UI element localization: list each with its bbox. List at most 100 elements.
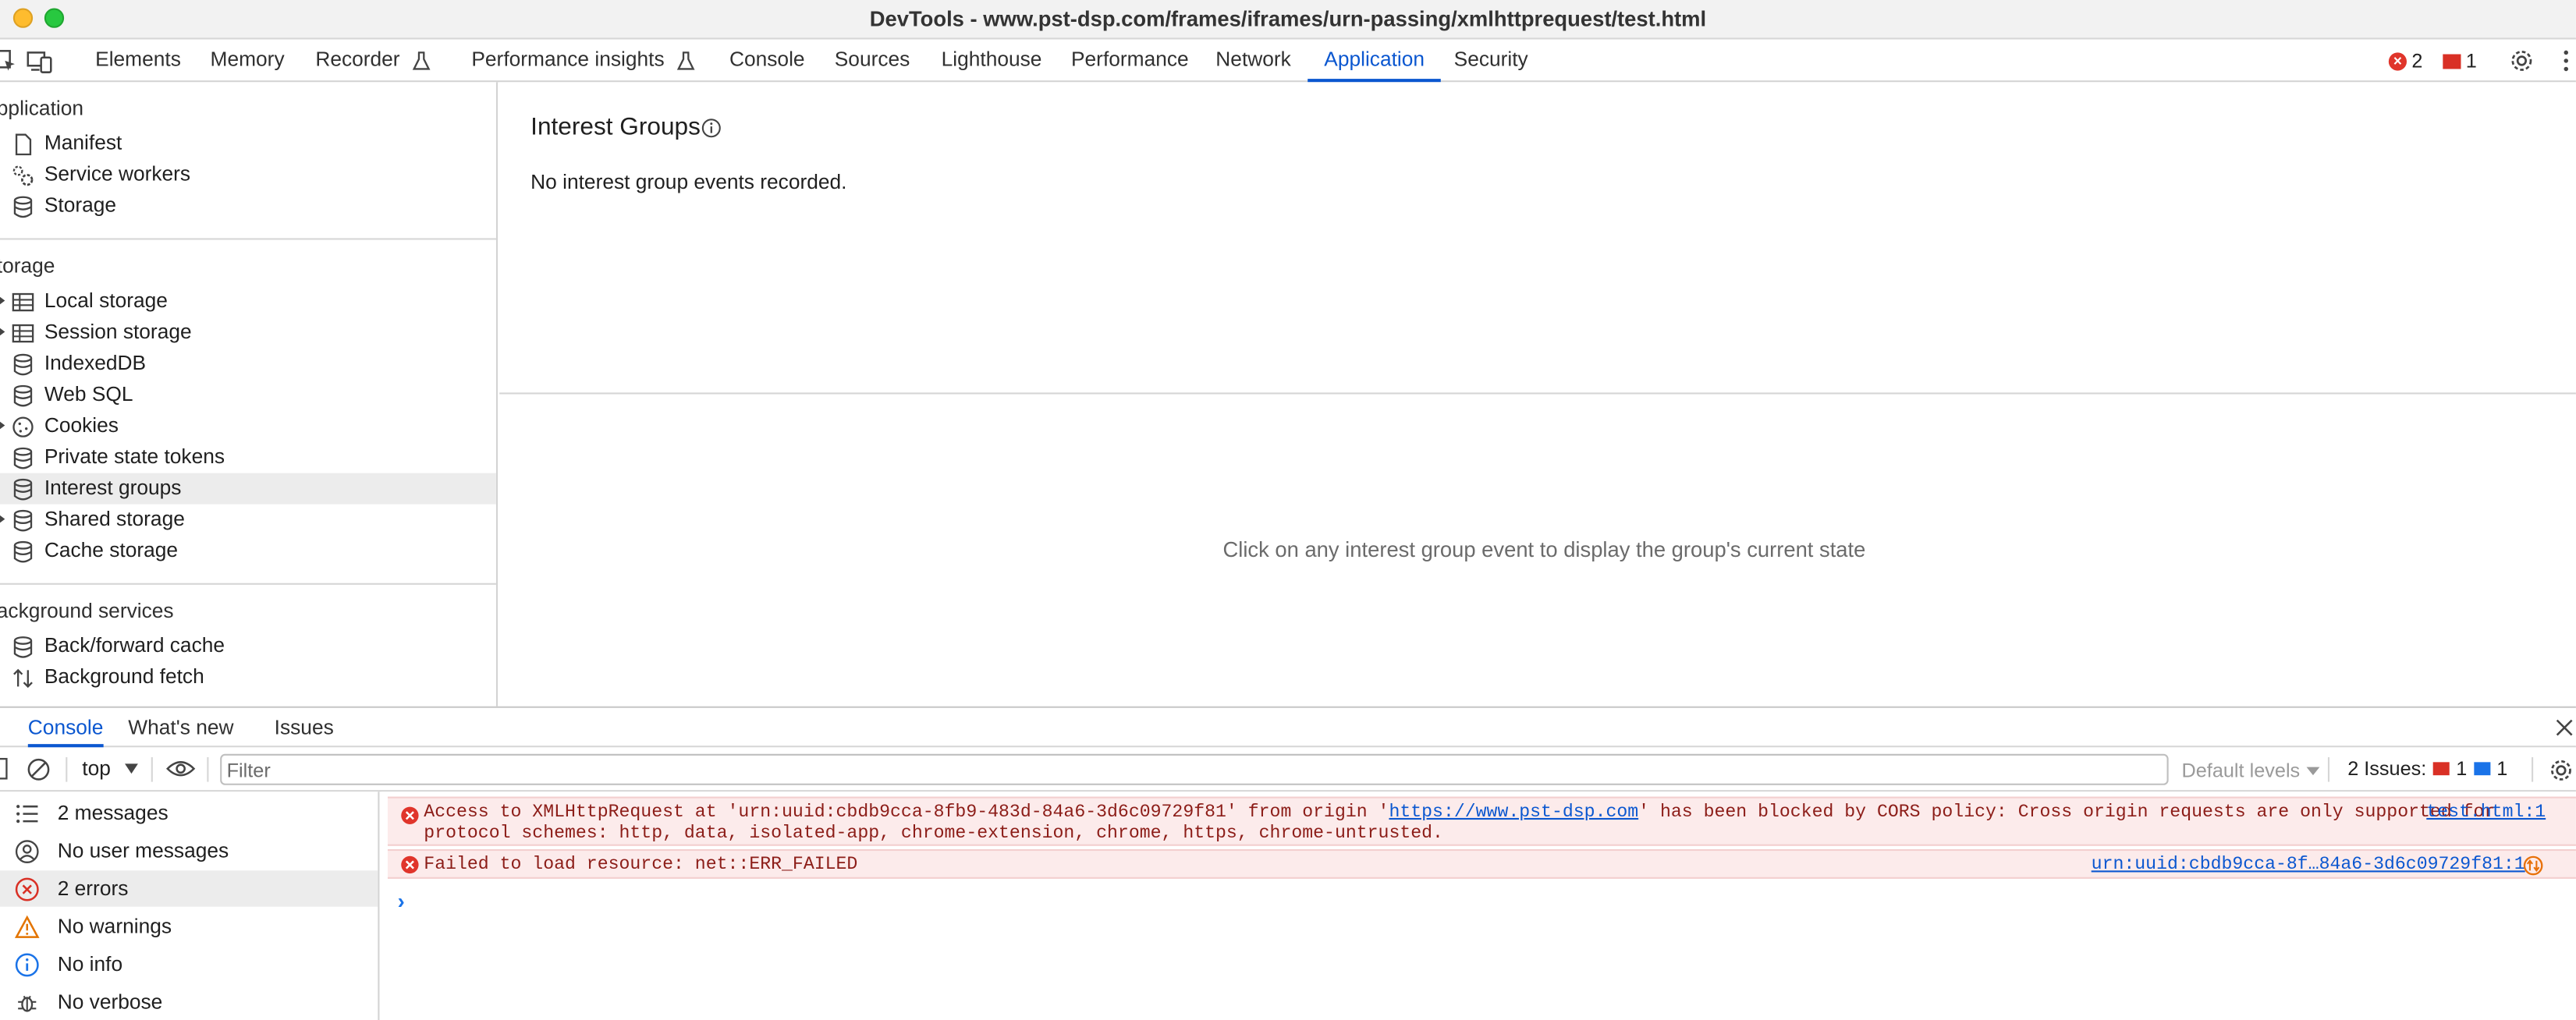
bug-icon: [18, 995, 37, 1012]
expand-arrow-icon[interactable]: [0, 296, 5, 306]
application-sidebar: pplication Manifest Service workers Stor…: [0, 82, 499, 707]
tab-lighthouse[interactable]: Lighthouse: [942, 40, 1042, 83]
sidebar-item-label: Interest groups: [44, 476, 182, 500]
error-count: 2: [2411, 49, 2423, 73]
tab-memory[interactable]: Memory: [211, 40, 285, 83]
tab-sources[interactable]: Sources: [835, 40, 910, 83]
expand-arrow-icon[interactable]: [0, 420, 5, 430]
console-toolbar: top Default levels 2 Issues: 1 1: [0, 747, 2576, 792]
database-icon: [13, 196, 33, 218]
issues-error-count: 1: [2456, 757, 2468, 781]
sidebar-item-indexeddb[interactable]: IndexedDB: [0, 349, 496, 380]
tab-recorder-label: Recorder: [315, 48, 400, 71]
sidebar-item-cookies[interactable]: Cookies: [0, 411, 496, 442]
tab-network[interactable]: Network: [1215, 40, 1291, 83]
sidebar-item-interest-groups[interactable]: Interest groups: [0, 473, 496, 505]
close-icon[interactable]: [2555, 717, 2574, 737]
minimize-button[interactable]: [12, 8, 34, 28]
error-icon: ×: [2388, 51, 2407, 70]
console-error-message[interactable]: Access to XMLHttpRequest at 'urn:uuid:cb…: [387, 796, 2576, 846]
issue-counter[interactable]: 1: [2443, 49, 2477, 73]
sidebar-item-back-forward-cache[interactable]: Back/forward cache: [0, 631, 496, 662]
expand-arrow-icon[interactable]: [0, 514, 5, 524]
sidebar-item-service-workers[interactable]: Service workers: [0, 159, 496, 190]
tab-performance-insights-label: Performance insights: [471, 48, 665, 71]
console-error-message[interactable]: Failed to load resource: net::ERR_FAILED…: [387, 848, 2576, 879]
sidebar-item-label: Cookies: [44, 413, 119, 437]
tab-elements[interactable]: Elements: [95, 40, 181, 83]
drawer-tab-issues[interactable]: Issues: [275, 708, 334, 748]
message-text-after: ' has been blocked by CORS policy: Cross…: [1638, 802, 2496, 823]
file-icon: [15, 133, 32, 156]
chevron-down-icon[interactable]: [125, 763, 138, 774]
sidebar-item-cache-storage[interactable]: Cache storage: [0, 536, 496, 567]
log-levels-dropdown[interactable]: Default levels: [2181, 759, 2320, 782]
tab-recorder[interactable]: Recorder: [315, 40, 431, 83]
sidebar-item-label: Session storage: [44, 320, 192, 344]
source-link[interactable]: urn:uuid:cbdb9cca-8f…84a6-3d6c09729f81:1: [2092, 855, 2525, 875]
separator: [2327, 757, 2330, 782]
database-icon: [13, 509, 33, 532]
sidebar-toggle-icon[interactable]: [0, 757, 10, 780]
device-toolbar-icon[interactable]: [27, 48, 53, 74]
sidebar-item-storage[interactable]: Storage: [0, 190, 496, 221]
empty-events-message: No interest group events recorded.: [530, 171, 847, 194]
filter-errors[interactable]: 2 errors: [0, 870, 378, 907]
tab-console[interactable]: Console: [729, 40, 805, 83]
filter-verbose[interactable]: No verbose: [0, 984, 378, 1020]
database-icon: [13, 636, 33, 658]
tab-application[interactable]: Application: [1308, 40, 1442, 83]
sidebar-item-label: Private state tokens: [44, 444, 225, 469]
sidebar-item-background-fetch[interactable]: Background fetch: [0, 662, 496, 693]
source-link[interactable]: test.html:1: [2426, 803, 2546, 823]
clear-console-icon[interactable]: [27, 757, 51, 782]
separator: [207, 757, 209, 782]
database-icon: [13, 447, 33, 469]
table-icon: [12, 292, 34, 312]
sidebar-item-label: Storage: [44, 193, 117, 218]
more-options-icon[interactable]: [2553, 48, 2576, 74]
sidebar-item-web-sql[interactable]: Web SQL: [0, 380, 496, 411]
sidebar-item-shared-storage[interactable]: Shared storage: [0, 505, 496, 536]
drawer-tab-whats-new[interactable]: What's new: [128, 708, 233, 748]
network-request-icon[interactable]: [2523, 855, 2543, 876]
filter-all-messages[interactable]: 2 messages: [0, 795, 378, 831]
tab-performance-insights[interactable]: Performance insights: [471, 40, 695, 83]
zoom-button[interactable]: [44, 8, 65, 28]
sidebar-item-manifest[interactable]: Manifest: [0, 128, 496, 159]
database-icon: [13, 384, 33, 407]
error-counter[interactable]: × 2: [2388, 49, 2423, 73]
issues-info-count: 1: [2496, 757, 2508, 781]
filter-warnings[interactable]: No warnings: [0, 908, 378, 944]
error-circle-icon: [15, 877, 39, 901]
origin-link[interactable]: https://www.pst-dsp.com: [1389, 803, 1638, 823]
filter-info[interactable]: No info: [0, 946, 378, 982]
sidebar-item-label: Cache storage: [44, 538, 179, 562]
cookie-icon: [12, 416, 34, 437]
list-icon: [16, 805, 38, 823]
devtools-toolbar: Elements Memory Recorder Performance ins…: [0, 39, 2576, 83]
separator: [2532, 757, 2534, 782]
tab-security[interactable]: Security: [1454, 40, 1528, 83]
sidebar-item-local-storage[interactable]: Local storage: [0, 285, 496, 317]
filter-input[interactable]: [220, 753, 2169, 785]
gear-icon[interactable]: [2509, 48, 2535, 74]
console-settings-gear-icon[interactable]: [2548, 757, 2574, 784]
expand-arrow-icon[interactable]: [0, 327, 5, 337]
log-levels-label: Default levels: [2181, 759, 2301, 782]
eye-icon[interactable]: [166, 759, 196, 778]
issues-counter[interactable]: 2 Issues: 1 1: [2347, 757, 2507, 780]
info-icon[interactable]: [701, 119, 721, 138]
panel-divider[interactable]: [499, 392, 2576, 395]
context-selector[interactable]: top: [82, 757, 111, 780]
filter-user-messages[interactable]: No user messages: [0, 833, 378, 869]
drawer-tab-console[interactable]: Console: [27, 708, 104, 748]
sidebar-item-private-state-tokens[interactable]: Private state tokens: [0, 442, 496, 473]
sidebar-item-session-storage[interactable]: Session storage: [0, 317, 496, 349]
tab-performance[interactable]: Performance: [1071, 40, 1189, 83]
sidebar-item-label: Local storage: [44, 289, 168, 313]
filter-label: 2 errors: [57, 877, 129, 901]
sidebar-item-label: Web SQL: [44, 382, 133, 406]
console-prompt[interactable]: ›: [398, 889, 405, 914]
inspect-element-icon[interactable]: [0, 48, 16, 74]
